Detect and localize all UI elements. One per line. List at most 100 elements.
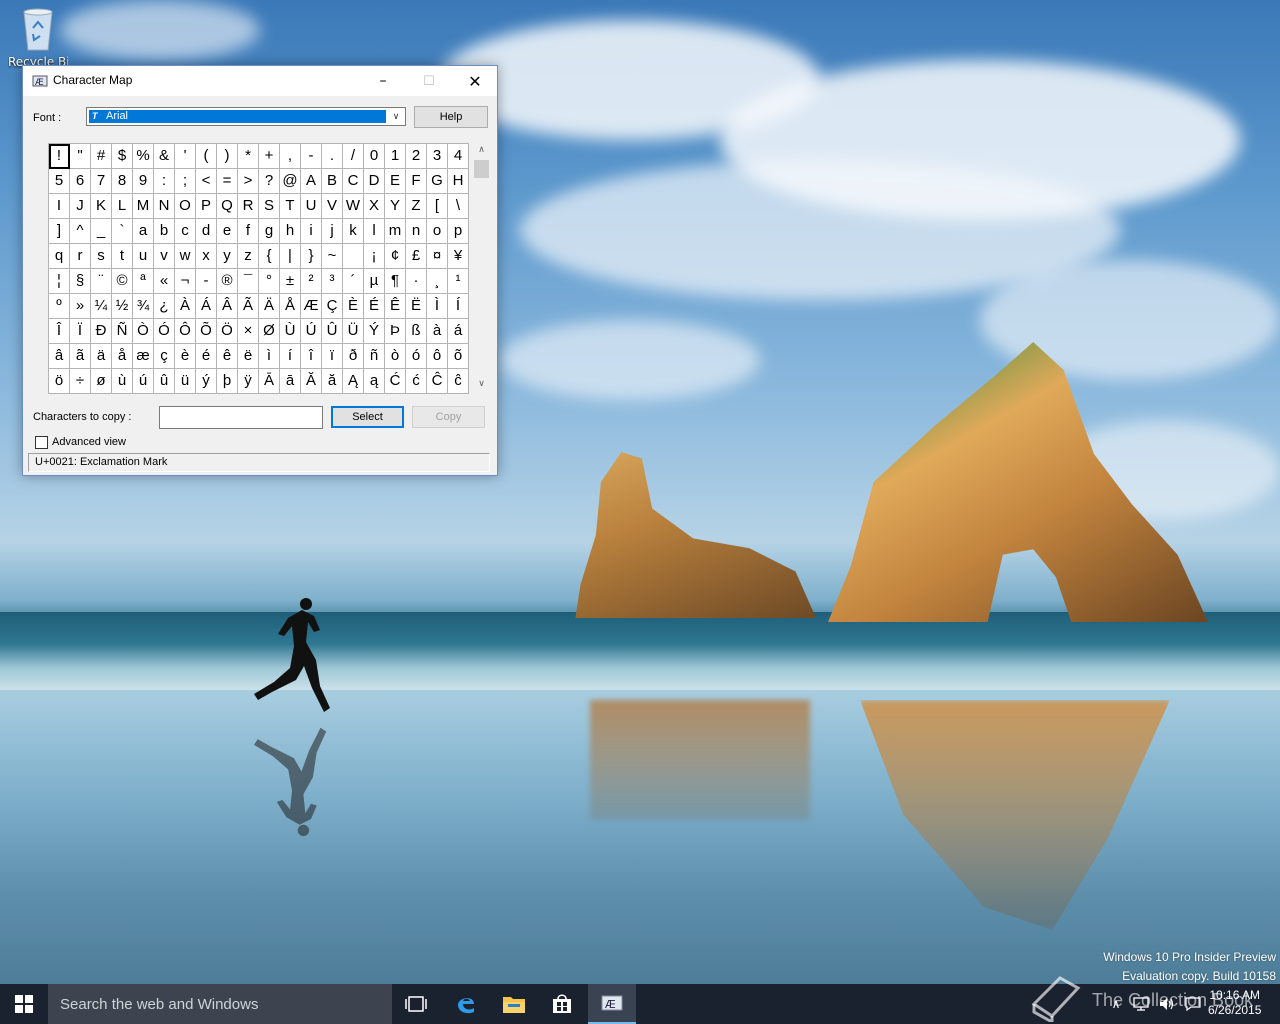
- char-cell[interactable]: ý: [195, 368, 217, 394]
- char-cell[interactable]: z: [237, 243, 259, 269]
- grid-scrollbar[interactable]: ∧ ∨: [473, 143, 490, 392]
- char-cell[interactable]: Ë: [405, 293, 427, 319]
- char-cell[interactable]: .: [321, 143, 343, 169]
- char-cell[interactable]: q: [48, 243, 70, 269]
- char-cell[interactable]: â: [48, 343, 70, 369]
- char-cell[interactable]: ë: [237, 343, 259, 369]
- char-cell[interactable]: <: [195, 168, 217, 194]
- store-button[interactable]: [538, 984, 586, 1024]
- char-cell[interactable]: ò: [384, 343, 406, 369]
- advanced-view-checkbox[interactable]: [35, 436, 48, 449]
- char-cell[interactable]: =: [216, 168, 238, 194]
- char-cell[interactable]: ê: [216, 343, 238, 369]
- recycle-bin-shortcut[interactable]: Recycle Bin: [8, 6, 68, 69]
- char-cell[interactable]: Þ: [384, 318, 406, 344]
- char-cell[interactable]: c: [174, 218, 196, 244]
- char-cell[interactable]: P: [195, 193, 217, 219]
- char-cell[interactable]: ã: [69, 343, 91, 369]
- char-cell[interactable]: É: [363, 293, 385, 319]
- char-cell[interactable]: ³: [321, 268, 343, 294]
- char-cell[interactable]: §: [69, 268, 91, 294]
- char-cell[interactable]: Î: [48, 318, 70, 344]
- char-cell[interactable]: L: [111, 193, 133, 219]
- char-cell[interactable]: 3: [426, 143, 448, 169]
- char-cell[interactable]: T: [279, 193, 301, 219]
- char-cell[interactable]: 9: [132, 168, 154, 194]
- char-cell[interactable]: ù: [111, 368, 133, 394]
- char-cell[interactable]: ?: [258, 168, 280, 194]
- char-cell[interactable]: Ă: [300, 368, 322, 394]
- char-cell[interactable]: Ą: [342, 368, 364, 394]
- char-cell[interactable]: t: [111, 243, 133, 269]
- char-cell[interactable]: ă: [321, 368, 343, 394]
- char-cell[interactable]: Z: [405, 193, 427, 219]
- char-cell[interactable]: ": [69, 143, 91, 169]
- char-cell[interactable]: w: [174, 243, 196, 269]
- char-cell[interactable]: ^: [69, 218, 91, 244]
- char-cell[interactable]: Ò: [132, 318, 154, 344]
- char-cell[interactable]: ô: [426, 343, 448, 369]
- char-cell[interactable]: Á: [195, 293, 217, 319]
- char-cell[interactable]: ¢: [384, 243, 406, 269]
- taskbar-search[interactable]: Search the web and Windows: [48, 984, 392, 1024]
- char-cell[interactable]: {: [258, 243, 280, 269]
- char-cell[interactable]: é: [195, 343, 217, 369]
- char-cell[interactable]: ß: [405, 318, 427, 344]
- char-cell[interactable]: I: [48, 193, 70, 219]
- maximize-button[interactable]: ☐: [406, 66, 452, 96]
- char-cell[interactable]: ¨: [90, 268, 112, 294]
- help-button[interactable]: Help: [414, 106, 488, 128]
- char-cell[interactable]: #: [90, 143, 112, 169]
- char-cell[interactable]: g: [258, 218, 280, 244]
- char-cell[interactable]: Í: [447, 293, 469, 319]
- char-cell[interactable]: à: [426, 318, 448, 344]
- char-cell[interactable]: °: [258, 268, 280, 294]
- char-cell[interactable]: [342, 243, 364, 269]
- char-cell[interactable]: ]: [48, 218, 70, 244]
- char-cell[interactable]: B: [321, 168, 343, 194]
- char-cell[interactable]: «: [153, 268, 175, 294]
- char-cell[interactable]: Ï: [69, 318, 91, 344]
- char-cell[interactable]: Ñ: [111, 318, 133, 344]
- char-cell[interactable]: X: [363, 193, 385, 219]
- char-cell[interactable]: ¿: [153, 293, 175, 319]
- char-cell[interactable]: Ê: [384, 293, 406, 319]
- char-cell[interactable]: ÷: [69, 368, 91, 394]
- char-cell[interactable]: á: [447, 318, 469, 344]
- char-cell[interactable]: ¦: [48, 268, 70, 294]
- char-cell[interactable]: ²: [300, 268, 322, 294]
- char-cell[interactable]: 2: [405, 143, 427, 169]
- char-cell[interactable]: õ: [447, 343, 469, 369]
- char-cell[interactable]: È: [342, 293, 364, 319]
- char-cell[interactable]: í: [279, 343, 301, 369]
- char-cell[interactable]: W: [342, 193, 364, 219]
- char-cell[interactable]: ¸: [426, 268, 448, 294]
- char-cell[interactable]: ö: [48, 368, 70, 394]
- char-cell[interactable]: ¯: [237, 268, 259, 294]
- char-cell[interactable]: Ô: [174, 318, 196, 344]
- char-cell[interactable]: O: [174, 193, 196, 219]
- char-cell[interactable]: a: [132, 218, 154, 244]
- char-cell[interactable]: ¶: [384, 268, 406, 294]
- char-cell[interactable]: ó: [405, 343, 427, 369]
- char-cell[interactable]: 5: [48, 168, 70, 194]
- char-cell[interactable]: u: [132, 243, 154, 269]
- file-explorer-button[interactable]: [490, 984, 538, 1024]
- char-cell[interactable]: ¹: [447, 268, 469, 294]
- char-cell[interactable]: C: [342, 168, 364, 194]
- char-cell[interactable]: ć: [405, 368, 427, 394]
- char-cell[interactable]: î: [300, 343, 322, 369]
- char-cell[interactable]: G: [426, 168, 448, 194]
- char-cell[interactable]: %: [132, 143, 154, 169]
- char-cell[interactable]: À: [174, 293, 196, 319]
- char-cell[interactable]: ©: [111, 268, 133, 294]
- char-cell[interactable]: ~: [321, 243, 343, 269]
- char-cell[interactable]: ×: [237, 318, 259, 344]
- char-cell[interactable]: ç: [153, 343, 175, 369]
- char-cell[interactable]: ª: [132, 268, 154, 294]
- char-cell[interactable]: µ: [363, 268, 385, 294]
- char-cell[interactable]: -: [195, 268, 217, 294]
- char-cell[interactable]: Ä: [258, 293, 280, 319]
- char-cell[interactable]: û: [153, 368, 175, 394]
- char-cell[interactable]: ,: [279, 143, 301, 169]
